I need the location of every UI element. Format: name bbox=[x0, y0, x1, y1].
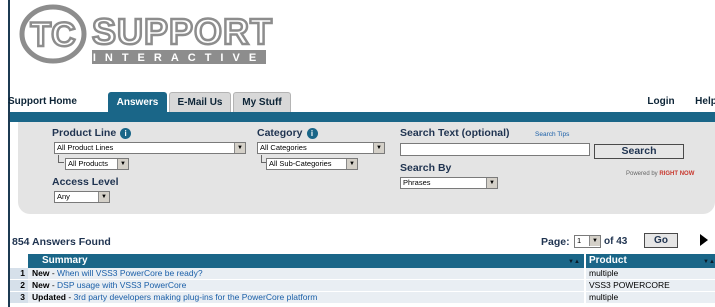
results-table-header: Summary ▼▲ Product ▼▲ bbox=[28, 254, 715, 268]
row-title-link[interactable]: 3rd party developers making plug-ins for… bbox=[74, 292, 318, 302]
go-button[interactable]: Go bbox=[644, 233, 678, 248]
product-line-select[interactable]: All Product Lines ▼ bbox=[54, 142, 246, 154]
column-divider bbox=[584, 254, 586, 268]
category-label-text: Category bbox=[257, 127, 303, 139]
chevron-down-icon: ▼ bbox=[373, 143, 384, 153]
powered-by-text: Powered by bbox=[626, 171, 658, 177]
logo-tagline: INTERACTIVE bbox=[93, 52, 265, 64]
product-line-value: All Product Lines bbox=[57, 143, 114, 152]
row-number: 3 bbox=[10, 292, 28, 303]
row-product: multiple bbox=[586, 292, 715, 303]
rightnow-logo: RIGHT NOW bbox=[659, 171, 695, 177]
page-select[interactable]: 1 ▼ bbox=[574, 235, 601, 248]
access-level-value: Any bbox=[57, 192, 70, 201]
tab-my-stuff[interactable]: My Stuff bbox=[233, 92, 291, 112]
logo-initials: TC bbox=[30, 16, 75, 54]
row-title-link[interactable]: When will VSS3 PowerCore be ready? bbox=[57, 268, 203, 278]
tab-help[interactable]: Help bbox=[686, 92, 715, 112]
row-summary: Updated - 3rd party developers making pl… bbox=[28, 292, 584, 303]
row-summary: New - DSP usage with VSS3 PowerCore bbox=[28, 280, 584, 291]
main-nav-tabs: Support Home Answers E-Mail Us My Stuff … bbox=[0, 92, 715, 112]
category-label: Category i bbox=[257, 127, 318, 139]
search-by-value: Phrases bbox=[403, 178, 431, 187]
row-product: multiple bbox=[586, 268, 715, 279]
row-product: VSS3 POWERCORE bbox=[586, 280, 715, 291]
chevron-down-icon: ▼ bbox=[486, 178, 497, 188]
info-icon[interactable]: i bbox=[120, 128, 132, 139]
search-tips-link[interactable]: Search Tips bbox=[535, 131, 569, 138]
chevron-down-icon: ▼ bbox=[98, 192, 109, 202]
chevron-down-icon: ▼ bbox=[117, 159, 128, 169]
product-line-label: Product Line i bbox=[52, 127, 132, 139]
category-value: All Categories bbox=[260, 143, 307, 152]
row-number: 2 bbox=[10, 280, 28, 291]
tree-connector bbox=[58, 155, 64, 163]
search-by-label: Search By bbox=[400, 162, 452, 174]
table-row[interactable]: 2 New - DSP usage with VSS3 PowerCore VS… bbox=[10, 280, 715, 291]
logo-graphic: TC SUPPORT INTERACTIVE bbox=[19, 4, 273, 64]
chevron-down-icon: ▼ bbox=[234, 143, 245, 153]
results-count: 854 Answers Found bbox=[12, 236, 111, 248]
tab-email-us[interactable]: E-Mail Us bbox=[169, 92, 231, 112]
access-level-label: Access Level bbox=[52, 176, 119, 188]
tc-support-logo[interactable]: TC SUPPORT INTERACTIVE bbox=[18, 0, 288, 72]
next-page-arrow-icon[interactable] bbox=[700, 234, 708, 246]
row-number: 1 bbox=[10, 268, 28, 279]
product-line-label-text: Product Line bbox=[52, 127, 117, 139]
tab-support-home[interactable]: Support Home bbox=[8, 92, 108, 112]
chevron-down-icon: ▼ bbox=[346, 159, 357, 169]
tab-login[interactable]: Login bbox=[640, 92, 682, 112]
search-by-select[interactable]: Phrases ▼ bbox=[400, 177, 498, 189]
subcategory-select[interactable]: All Sub-Categories ▼ bbox=[266, 158, 358, 170]
row-status: Updated bbox=[32, 292, 66, 302]
products-select[interactable]: All Products ▼ bbox=[65, 158, 129, 170]
nav-accent-bar bbox=[10, 112, 715, 122]
row-summary: New - When will VSS3 PowerCore be ready? bbox=[28, 268, 584, 279]
product-column-header[interactable]: Product bbox=[589, 254, 627, 268]
row-status: New bbox=[32, 268, 50, 278]
products-value: All Products bbox=[68, 159, 109, 168]
info-icon[interactable]: i bbox=[306, 128, 318, 139]
search-panel: Product Line i All Product Lines ▼ All Pro… bbox=[18, 122, 715, 214]
left-border-rule bbox=[8, 0, 10, 307]
row-title-link[interactable]: DSP usage with VSS3 PowerCore bbox=[57, 280, 186, 290]
row-status: New bbox=[32, 280, 50, 290]
table-row[interactable]: 1 New - When will VSS3 PowerCore be read… bbox=[10, 268, 715, 279]
subcategory-value: All Sub-Categories bbox=[269, 159, 332, 168]
page-total: of 43 bbox=[604, 236, 628, 247]
search-text-label: Search Text (optional) bbox=[400, 127, 510, 139]
access-level-select[interactable]: Any ▼ bbox=[54, 191, 110, 203]
logo-wordmark: SUPPORT bbox=[92, 11, 273, 52]
sort-arrows-icon[interactable]: ▼▲ bbox=[568, 259, 580, 265]
page-label: Page: bbox=[541, 236, 570, 248]
powered-by-badge[interactable]: Powered by RIGHT NOW bbox=[626, 171, 694, 177]
page-value: 1 bbox=[577, 236, 582, 245]
table-row[interactable]: 3 Updated - 3rd party developers making … bbox=[10, 292, 715, 303]
chevron-down-icon: ▼ bbox=[589, 236, 600, 246]
sort-arrows-icon[interactable]: ▼▲ bbox=[703, 259, 715, 265]
summary-column-header[interactable]: Summary bbox=[42, 254, 88, 268]
search-text-input[interactable] bbox=[400, 143, 590, 156]
category-select[interactable]: All Categories ▼ bbox=[257, 142, 385, 154]
tab-answers[interactable]: Answers bbox=[108, 92, 167, 112]
search-button[interactable]: Search bbox=[594, 144, 684, 159]
